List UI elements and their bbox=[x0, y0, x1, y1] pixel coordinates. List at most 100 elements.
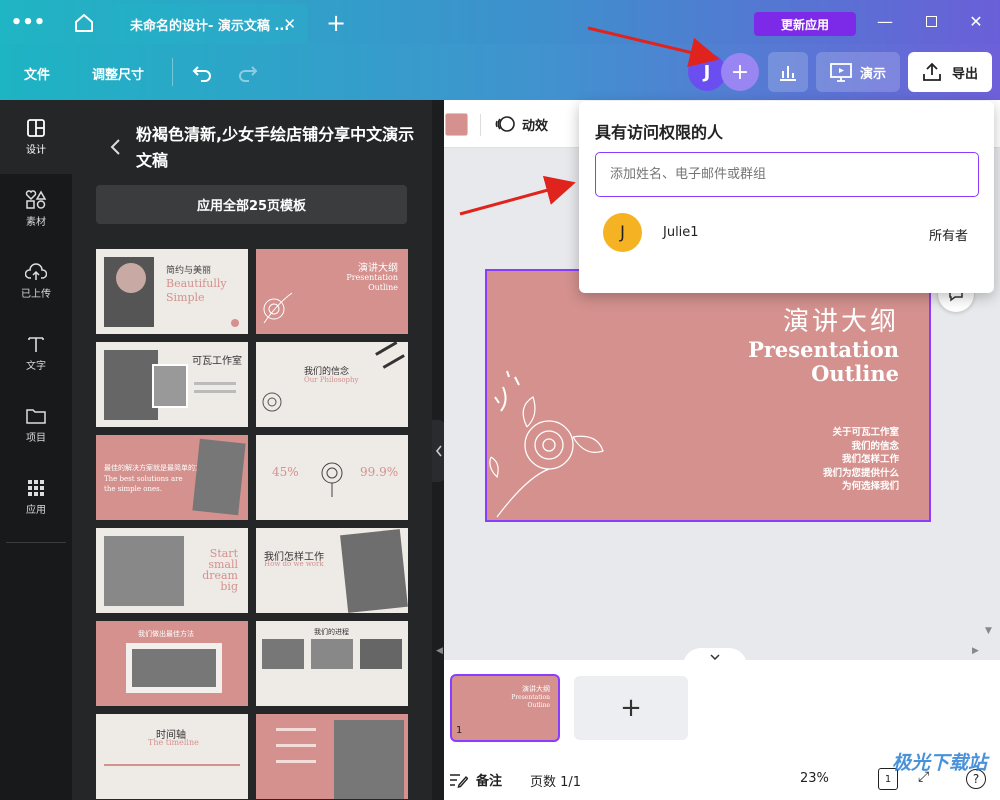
template-thumb-9[interactable]: 我们做出最佳方法 bbox=[96, 621, 248, 706]
thumb-dot bbox=[231, 319, 239, 327]
insights-button[interactable] bbox=[768, 52, 808, 92]
file-menu[interactable]: 文件 bbox=[24, 64, 50, 83]
template-thumb-8[interactable]: 我们怎样工作 How do we work bbox=[256, 528, 408, 613]
flower-illustration bbox=[263, 292, 293, 324]
thumb-en-title: Our Philosophy bbox=[304, 376, 359, 384]
thumb-text-line bbox=[194, 390, 236, 393]
rail-item-apps[interactable]: 应用 bbox=[0, 478, 72, 538]
share-add-button[interactable]: + bbox=[721, 53, 759, 91]
back-chevron-icon[interactable] bbox=[106, 137, 124, 157]
bar-chart-icon bbox=[780, 66, 796, 81]
close-window-icon[interactable]: ✕ bbox=[965, 10, 987, 32]
template-thumb-7[interactable]: Start small dream big bbox=[96, 528, 248, 613]
scroll-left-icon[interactable]: ◀ bbox=[436, 646, 444, 658]
slide-title-en2: Outline bbox=[811, 361, 899, 386]
scroll-right-icon[interactable]: ▶ bbox=[972, 646, 980, 658]
resize-button[interactable]: 调整尺寸 bbox=[92, 64, 144, 83]
update-app-button[interactable]: 更新应用 bbox=[754, 12, 856, 36]
present-label: 演示 bbox=[859, 66, 886, 82]
rail-item-uploads[interactable]: 已上传 bbox=[0, 262, 72, 322]
template-thumb-12[interactable] bbox=[256, 714, 408, 799]
undo-icon[interactable] bbox=[190, 60, 214, 84]
tab-current-design[interactable]: 未命名的设计- 演示文稿 ... ✕ bbox=[112, 4, 308, 44]
home-icon[interactable] bbox=[70, 10, 98, 36]
photo-block bbox=[104, 536, 184, 606]
watermark-text: 极光下载站 bbox=[892, 752, 988, 774]
maximize-icon[interactable] bbox=[920, 10, 942, 32]
thumb-cn-title: 可瓦工作室 bbox=[192, 356, 242, 367]
notes-button[interactable]: 备注 bbox=[448, 770, 502, 789]
thumb-cn-title: 我们的进程 bbox=[314, 628, 349, 636]
thumb-stat-2: 99.9% bbox=[360, 465, 399, 479]
thumb-text-line bbox=[276, 744, 316, 747]
template-thumb-10[interactable]: 我们的进程 bbox=[256, 621, 408, 706]
mini-title-en1: Presentation bbox=[511, 694, 550, 701]
present-button[interactable]: 演示 bbox=[816, 52, 900, 92]
chevron-down-icon bbox=[710, 654, 720, 660]
photo-block bbox=[360, 639, 402, 669]
thumb-en-title: The best solutions are bbox=[104, 475, 183, 483]
thumb-en-subtitle: the simple ones. bbox=[104, 485, 162, 493]
rail-label-projects: 项目 bbox=[26, 433, 46, 444]
template-thumb-3[interactable]: 可瓦工作室 bbox=[96, 342, 248, 427]
outline-item: 为何选择我们 bbox=[841, 481, 899, 492]
text-icon bbox=[28, 337, 44, 352]
export-button[interactable]: 导出 bbox=[908, 52, 992, 92]
outline-item: 关于可瓦工作室 bbox=[832, 427, 899, 438]
design-icon bbox=[27, 119, 45, 137]
toolbar-divider bbox=[172, 58, 173, 86]
rail-item-projects[interactable]: 项目 bbox=[0, 406, 72, 466]
template-thumb-2[interactable]: 演讲大纲 Presentation Outline bbox=[256, 249, 408, 334]
photo-block bbox=[132, 649, 216, 687]
slide-canvas[interactable]: 演讲大纲 Presentation Outline 关于可瓦工作室 我们的信念 … bbox=[485, 269, 931, 522]
thumb-cn-title: 简约与美丽 bbox=[166, 266, 212, 276]
template-thumb-5[interactable]: 最佳的解决方案就是最简单的方法 The best solutions are t… bbox=[96, 435, 248, 520]
photo-block bbox=[334, 720, 404, 799]
rail-label-apps: 应用 bbox=[26, 505, 46, 516]
member-name: Julie1 bbox=[663, 225, 699, 240]
chevron-left-icon bbox=[435, 445, 442, 457]
elements-icon bbox=[25, 190, 47, 209]
thumb-cn-title: 最佳的解决方案就是最简单的方法 bbox=[104, 464, 209, 472]
zoom-level[interactable]: 23% bbox=[800, 771, 829, 786]
share-people-input[interactable] bbox=[595, 152, 979, 197]
tab-title: 未命名的设计- 演示文稿 ... bbox=[130, 18, 290, 34]
more-menu-icon[interactable]: ••• bbox=[11, 10, 46, 34]
member-role: 所有者 bbox=[928, 229, 968, 244]
close-tab-icon[interactable]: ✕ bbox=[283, 15, 296, 33]
minimize-icon[interactable]: — bbox=[874, 10, 896, 32]
page-number: 1 bbox=[456, 725, 463, 736]
new-tab-icon[interactable]: + bbox=[323, 9, 349, 37]
rail-item-text[interactable]: 文字 bbox=[0, 334, 72, 394]
page-count[interactable]: 页数 1/1 bbox=[530, 771, 581, 790]
thumb-en-title: Beautifully bbox=[166, 277, 227, 290]
rail-label-design: 设计 bbox=[26, 145, 46, 156]
timeline-line bbox=[104, 764, 240, 766]
upload-icon bbox=[25, 263, 47, 280]
rail-item-elements[interactable]: 素材 bbox=[0, 190, 72, 250]
scroll-down-icon[interactable]: ▼ bbox=[985, 626, 997, 638]
page-strip-toggle[interactable] bbox=[683, 648, 747, 666]
template-thumb-11[interactable]: 时间轴 The timeline bbox=[96, 714, 248, 799]
mini-title-cn: 演讲大纲 bbox=[522, 685, 550, 693]
rail-label-text: 文字 bbox=[26, 361, 46, 372]
redo-icon[interactable] bbox=[236, 60, 260, 84]
add-page-button[interactable]: + bbox=[574, 676, 688, 740]
page-thumbnail-1[interactable]: 演讲大纲 Presentation Outline 1 bbox=[450, 674, 560, 742]
thumb-text-line bbox=[276, 760, 316, 763]
template-thumb-6[interactable]: 45% 99.9% bbox=[256, 435, 408, 520]
outline-item: 我们的信念 bbox=[851, 440, 899, 452]
template-thumb-1[interactable]: 简约与美丽 Beautifully Simple bbox=[96, 249, 248, 334]
animate-button[interactable]: 动效 bbox=[494, 113, 548, 135]
thumb-en-subtitle: Outline bbox=[368, 283, 398, 292]
apply-all-button[interactable]: 应用全部25页模板 bbox=[96, 185, 407, 224]
photo-block bbox=[311, 639, 353, 669]
color-swatch[interactable] bbox=[445, 113, 468, 136]
slide-title-en1: Presentation bbox=[748, 337, 899, 362]
notes-icon bbox=[450, 773, 468, 788]
photo-block bbox=[262, 639, 304, 669]
rail-item-design[interactable]: 设计 bbox=[0, 118, 72, 178]
color-swatch-fill bbox=[446, 114, 467, 135]
thumb-stat-1: 45% bbox=[272, 465, 299, 479]
template-thumb-4[interactable]: 我们的信念 Our Philosophy bbox=[256, 342, 408, 427]
